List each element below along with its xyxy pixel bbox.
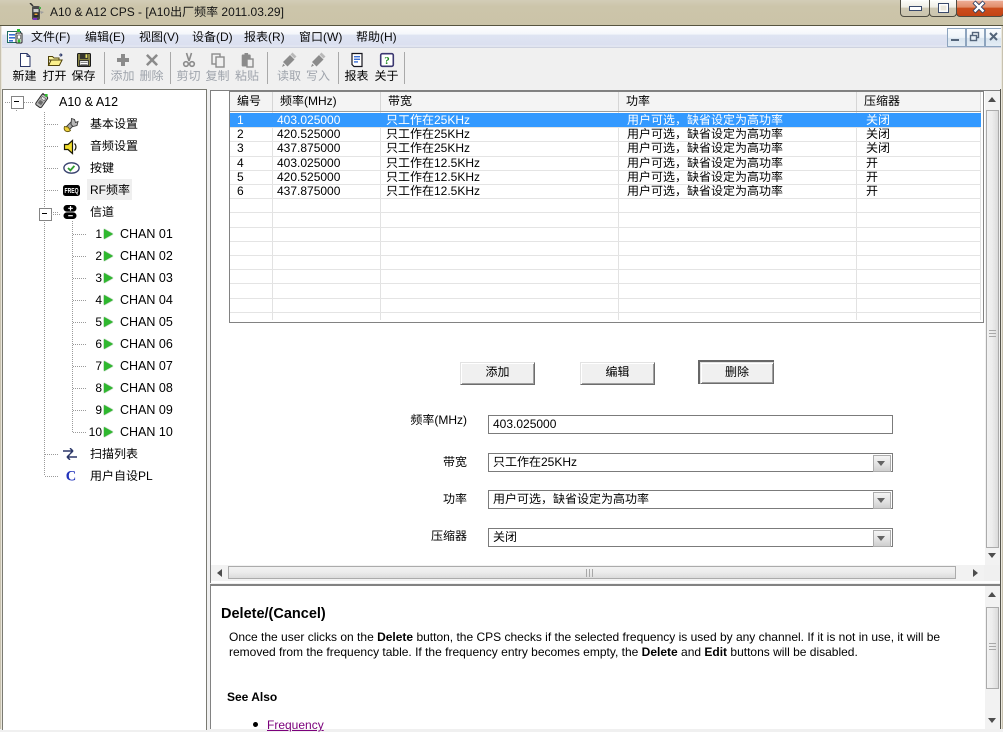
svg-text:?: ? [384,55,390,67]
svg-text:C: C [66,469,76,484]
svg-text:FREQ: FREQ [65,188,79,195]
